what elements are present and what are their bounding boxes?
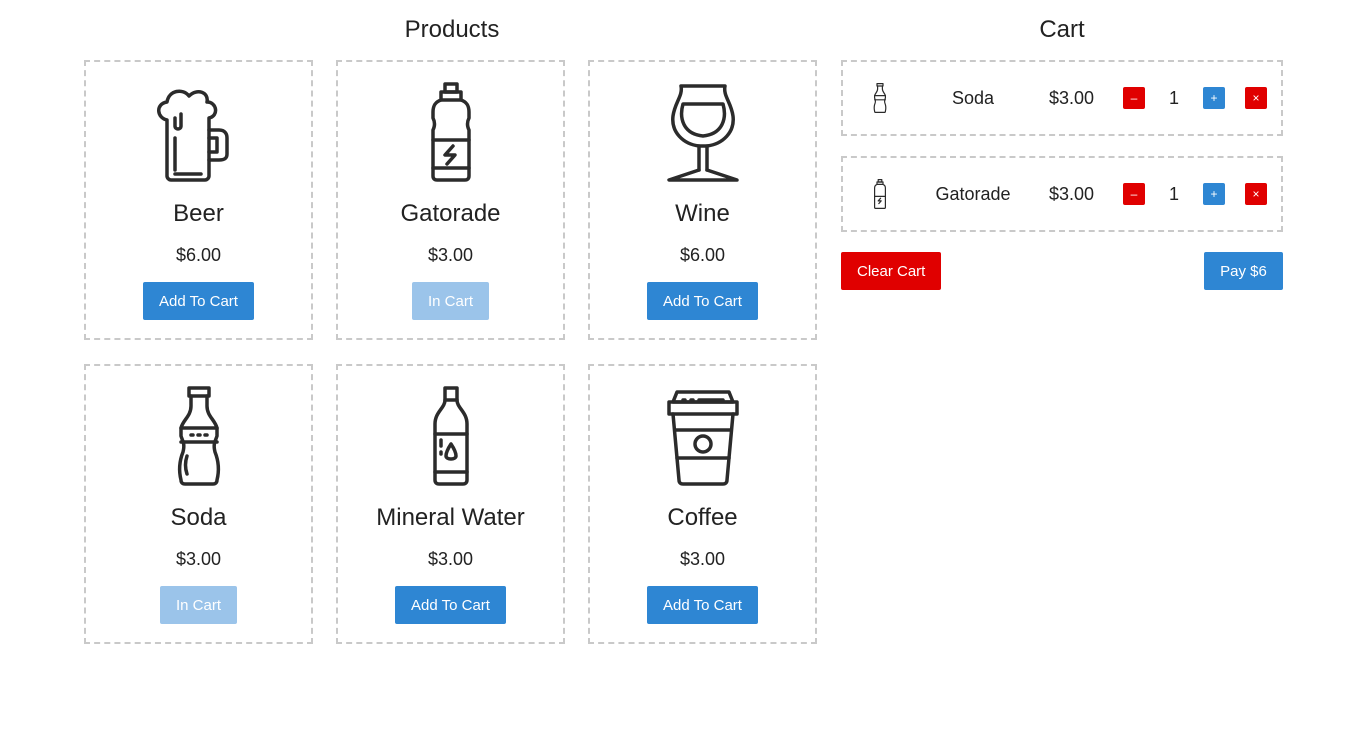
product-card-wine: Wine $6.00 Add To Cart [588, 60, 817, 340]
remove-item-button[interactable]: × [1245, 183, 1267, 205]
cart-item-quantity: 1 [1168, 183, 1179, 204]
product-price: $6.00 [679, 245, 726, 265]
product-card-beer: Beer $6.00 Add To Cart [84, 60, 313, 340]
product-name: Gatorade [400, 200, 501, 227]
product-card-soda: Soda $3.00 In Cart [84, 364, 313, 644]
product-price: $3.00 [175, 549, 222, 569]
cart-item-gatorade: Gatorade $3.00 – 1 + × [841, 156, 1283, 232]
cart-heading: Cart [1039, 16, 1085, 43]
product-name: Beer [173, 200, 224, 227]
cart-item-price: $3.00 [1049, 183, 1095, 204]
beer-mug-icon [156, 89, 229, 182]
product-name: Wine [675, 200, 730, 227]
coffee-cup-icon [666, 390, 739, 486]
in-cart-button[interactable]: In Cart [411, 282, 489, 320]
sports-bottle-icon [430, 82, 471, 182]
product-price: $3.00 [427, 549, 474, 569]
add-to-cart-button[interactable]: Add To Cart [395, 586, 506, 624]
in-cart-button[interactable]: In Cart [159, 586, 237, 624]
product-name: Soda [170, 504, 227, 531]
cart-item-soda: Soda $3.00 – 1 + × [841, 60, 1283, 136]
product-card-gatorade: Gatorade $3.00 In Cart [336, 60, 565, 340]
soda-bottle-icon [873, 83, 887, 113]
cart-item-name: Soda [951, 87, 995, 108]
clear-cart-button[interactable]: Clear Cart [841, 252, 942, 290]
add-to-cart-button[interactable]: Add To Cart [647, 282, 758, 320]
cart-item-name: Gatorade [935, 183, 1011, 204]
increase-quantity-button[interactable]: + [1203, 183, 1225, 205]
product-name: Coffee [667, 504, 738, 531]
add-to-cart-button[interactable]: Add To Cart [647, 586, 758, 624]
product-card-coffee: Coffee $3.00 Add To Cart [588, 364, 817, 644]
product-price: $3.00 [679, 549, 726, 569]
soda-bottle-icon [177, 386, 220, 486]
wine-glass-icon [666, 84, 739, 182]
cart-item-price: $3.00 [1049, 87, 1095, 108]
add-to-cart-button[interactable]: Add To Cart [143, 282, 254, 320]
sports-bottle-icon [874, 179, 886, 209]
product-name: Mineral Water [376, 504, 525, 531]
product-price: $3.00 [427, 245, 474, 265]
remove-item-button[interactable]: × [1245, 87, 1267, 109]
decrease-quantity-button[interactable]: – [1123, 87, 1145, 109]
app: Products Cart Beer $6.00 Add To Cart Gat… [0, 0, 1368, 747]
cart-item-quantity: 1 [1168, 87, 1179, 108]
pay-button[interactable]: Pay $6 [1204, 252, 1283, 290]
product-price: $6.00 [175, 245, 222, 265]
increase-quantity-button[interactable]: + [1203, 87, 1225, 109]
products-heading: Products [404, 16, 500, 43]
decrease-quantity-button[interactable]: – [1123, 183, 1145, 205]
water-bottle-icon [432, 386, 469, 486]
product-card-mineral-water: Mineral Water $3.00 Add To Cart [336, 364, 565, 644]
